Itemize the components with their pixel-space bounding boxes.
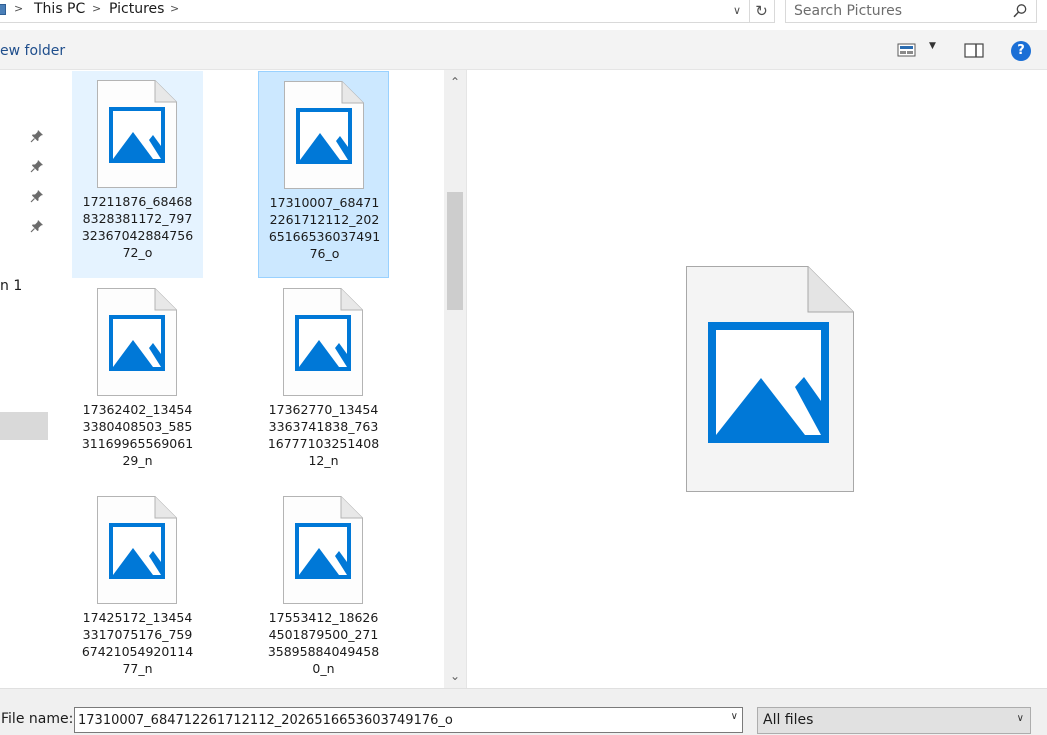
refresh-icon[interactable]: ↻ xyxy=(749,0,773,22)
pin-icon[interactable] xyxy=(30,189,44,203)
search-box[interactable] xyxy=(785,0,1037,23)
navigation-pane[interactable]: n 1 xyxy=(0,70,48,688)
file-name: 17310007_68471 2261712112_202 6516653603… xyxy=(268,195,381,261)
image-file-icon xyxy=(97,496,177,604)
breadcrumb-this-pc[interactable]: This PC xyxy=(34,1,85,17)
file-name: 17425172_13454 3317075176_759 6742105492… xyxy=(81,610,194,676)
pin-icon[interactable] xyxy=(30,129,44,143)
file-tile[interactable]: 17310007_68471 2261712112_202 6516653603… xyxy=(258,71,389,278)
file-list[interactable]: 17211876_68468 8328381172_797 3236704288… xyxy=(48,70,444,688)
file-name: 17362770_13454 3363741838_763 1677710325… xyxy=(267,402,380,468)
image-file-icon xyxy=(97,288,177,396)
file-tile[interactable]: 17211876_68468 8328381172_797 3236704288… xyxy=(72,71,203,278)
file-tile[interactable]: 17362770_13454 3363741838_763 1677710325… xyxy=(258,279,389,486)
nav-item-selected[interactable] xyxy=(0,412,48,440)
file-tile[interactable]: 17553412_18626 4501879500_271 3589588404… xyxy=(258,487,389,688)
image-file-icon xyxy=(97,80,177,188)
image-file-icon xyxy=(283,496,363,604)
file-name-bar: File name: ∨ All files ∨ xyxy=(0,688,1047,735)
scrollbar-thumb[interactable] xyxy=(447,192,463,310)
file-type-value: All files xyxy=(763,712,814,728)
pc-icon xyxy=(0,4,6,15)
breadcrumb-pictures[interactable]: Pictures xyxy=(109,1,164,17)
pin-icon[interactable] xyxy=(30,219,44,233)
new-folder-button[interactable]: ew folder xyxy=(0,43,65,59)
view-dropdown-icon[interactable]: ▼ xyxy=(929,41,936,51)
preview-pane xyxy=(466,70,1047,688)
file-name-combobox[interactable]: ∨ xyxy=(74,707,743,733)
file-name-label: File name: xyxy=(1,711,74,727)
image-file-icon xyxy=(283,288,363,396)
address-dropdown-icon[interactable]: ∨ xyxy=(729,0,745,22)
file-name: 17553412_18626 4501879500_271 3589588404… xyxy=(267,610,380,676)
chevron-down-icon[interactable]: ∨ xyxy=(731,711,738,722)
command-bar: ew folder ▼ ? xyxy=(0,30,1047,70)
file-type-select[interactable]: All files ∨ xyxy=(757,707,1031,734)
image-preview-icon xyxy=(686,266,854,492)
scroll-down-icon[interactable]: ⌄ xyxy=(444,666,466,686)
nav-item-label[interactable]: n 1 xyxy=(0,278,22,294)
help-icon[interactable]: ? xyxy=(1011,41,1031,61)
chevron-right-icon[interactable]: > xyxy=(170,2,179,15)
change-view-icon[interactable] xyxy=(897,42,917,58)
file-name: 17211876_68468 8328381172_797 3236704288… xyxy=(81,194,194,260)
search-input[interactable] xyxy=(794,2,994,20)
search-icon[interactable] xyxy=(1012,3,1028,19)
chevron-right-icon[interactable]: > xyxy=(14,2,23,15)
file-name: 17362402_13454 3380408503_585 3116996556… xyxy=(81,402,194,468)
file-name-input[interactable] xyxy=(78,711,718,729)
image-file-icon xyxy=(284,81,364,189)
pin-icon[interactable] xyxy=(30,159,44,173)
address-bar[interactable]: > This PC > Pictures > ∨ ↻ xyxy=(0,0,775,23)
vertical-scrollbar[interactable]: ⌃ ⌄ xyxy=(444,70,466,688)
chevron-right-icon[interactable]: > xyxy=(92,2,101,15)
chevron-down-icon[interactable]: ∨ xyxy=(1017,713,1024,724)
address-row: > This PC > Pictures > ∨ ↻ xyxy=(0,0,1047,30)
file-tile[interactable]: 17362402_13454 3380408503_585 3116996556… xyxy=(72,279,203,486)
file-tile[interactable]: 17425172_13454 3317075176_759 6742105492… xyxy=(72,487,203,688)
preview-pane-icon[interactable] xyxy=(964,43,984,58)
scroll-up-icon[interactable]: ⌃ xyxy=(444,72,466,92)
